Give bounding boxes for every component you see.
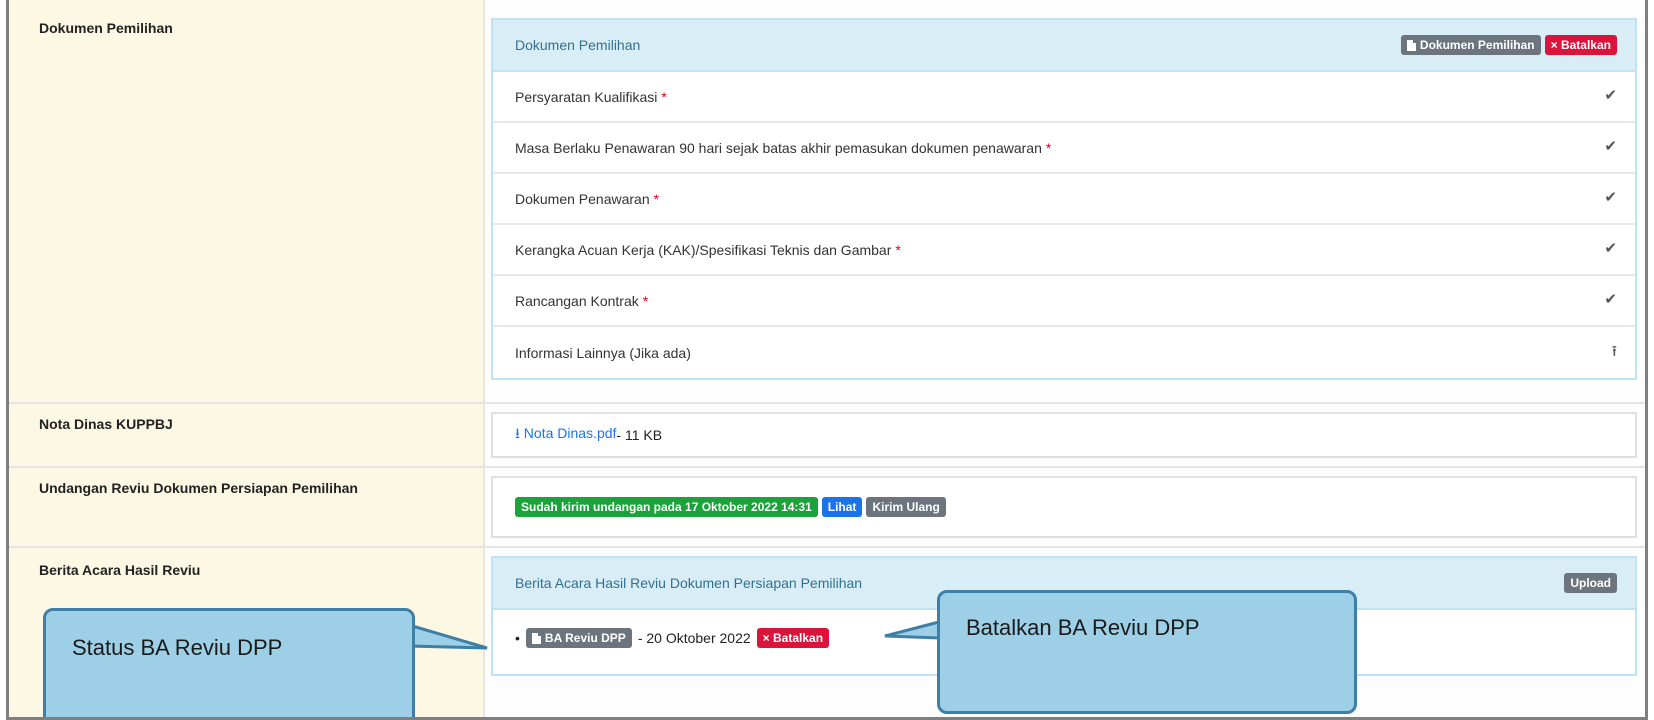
batalkan-ba-callout: Batalkan BA Reviu DPP [937, 590, 1357, 714]
batalkan-ba-button[interactable]: × Batalkan [756, 628, 830, 648]
list-item: Masa Berlaku Penawaran 90 hari sejak bat… [493, 123, 1635, 174]
form-frame: Dokumen Pemilihan Dokumen Pemilihan Doku… [6, 0, 1648, 720]
item-label: Informasi Lainnya (Jika ada) [515, 344, 691, 361]
row-label: Undangan Reviu Dokumen Persiapan Pemilih… [9, 468, 485, 546]
dokumen-pemilihan-button[interactable]: Dokumen Pemilihan [1400, 35, 1541, 55]
download-icon: ⭳ [515, 425, 520, 441]
required-marker: * [895, 241, 901, 258]
batalkan-button[interactable]: × Batalkan [1544, 35, 1617, 55]
file-icon [531, 632, 541, 644]
item-label: Dokumen Penawaran [515, 190, 650, 207]
nota-dinas-download-link[interactable]: ⭳ Nota Dinas.pdf [515, 423, 616, 447]
kirim-ulang-button[interactable]: Kirim Ulang [866, 497, 946, 517]
panel-heading: Dokumen Pemilihan Dokumen Pemilihan × Ba… [493, 20, 1635, 72]
required-marker: * [661, 88, 667, 105]
check-icon[interactable]: ✔ [1604, 290, 1617, 308]
item-label: Masa Berlaku Penawaran 90 hari sejak bat… [515, 139, 1042, 156]
row-content: ⭳ Nota Dinas.pdf - 11 KB [485, 404, 1645, 466]
item-label: Persyaratan Kualifikasi [515, 88, 658, 105]
undangan-box: Sudah kirim undangan pada 17 Oktober 202… [491, 476, 1637, 538]
list-item: Dokumen Penawaran * ✔ [493, 174, 1635, 225]
required-marker: * [1045, 139, 1052, 156]
list-item: Rancangan Kontrak * ✔ [493, 276, 1635, 327]
upload-button[interactable]: Upload [1564, 573, 1617, 593]
row-content: Sudah kirim undangan pada 17 Oktober 202… [485, 468, 1645, 546]
status-badge: Sudah kirim undangan pada 17 Oktober 202… [515, 497, 818, 517]
dokumen-pemilihan-panel: Dokumen Pemilihan Dokumen Pemilihan × Ba… [491, 18, 1637, 380]
file-name: Nota Dinas.pdf [523, 425, 617, 441]
list-item: Informasi Lainnya (Jika ada) ⭱ [493, 327, 1635, 378]
check-icon[interactable]: ✔ [1604, 137, 1617, 155]
file-date: - 20 Oktober 2022 [637, 630, 751, 646]
button-label: Dokumen Pemilihan [1419, 38, 1535, 52]
bullet: • [515, 630, 520, 646]
panel-title: Berita Acara Hasil Reviu Dokumen Persiap… [515, 575, 863, 591]
row-undangan: Undangan Reviu Dokumen Persiapan Pemilih… [9, 468, 1645, 548]
list-item: Persyaratan Kualifikasi * ✔ [493, 72, 1635, 123]
row-dokumen-pemilihan: Dokumen Pemilihan Dokumen Pemilihan Doku… [9, 0, 1645, 404]
check-icon[interactable]: ✔ [1604, 239, 1617, 257]
ba-reviu-dpp-file-button[interactable]: BA Reviu DPP [525, 628, 632, 648]
upload-icon[interactable]: ⭱ [1612, 341, 1617, 366]
nota-dinas-box: ⭳ Nota Dinas.pdf - 11 KB [491, 412, 1637, 458]
status-ba-callout: Status BA Reviu DPP [43, 608, 415, 717]
file-icon [1406, 39, 1416, 51]
row-nota-dinas: Nota Dinas KUPPBJ ⭳ Nota Dinas.pdf - 11 … [9, 404, 1645, 468]
item-label: Kerangka Acuan Kerja (KAK)/Spesifikasi T… [515, 241, 892, 258]
row-content: Dokumen Pemilihan Dokumen Pemilihan × Ba… [485, 0, 1645, 402]
row-label: Dokumen Pemilihan [9, 0, 485, 402]
check-icon[interactable]: ✔ [1604, 86, 1617, 104]
required-marker: * [653, 190, 660, 207]
list-item: Kerangka Acuan Kerja (KAK)/Spesifikasi T… [493, 225, 1635, 276]
item-label: Rancangan Kontrak [515, 292, 639, 309]
file-size: - 11 KB [616, 427, 663, 443]
panel-title: Dokumen Pemilihan [515, 37, 641, 53]
requirement-list: Persyaratan Kualifikasi * ✔ Masa Berlaku… [493, 72, 1635, 378]
check-icon[interactable]: ✔ [1604, 188, 1617, 206]
required-marker: * [642, 292, 649, 309]
row-label: Nota Dinas KUPPBJ [9, 404, 485, 466]
button-label: BA Reviu DPP [544, 631, 626, 645]
lihat-button[interactable]: Lihat [821, 497, 863, 517]
